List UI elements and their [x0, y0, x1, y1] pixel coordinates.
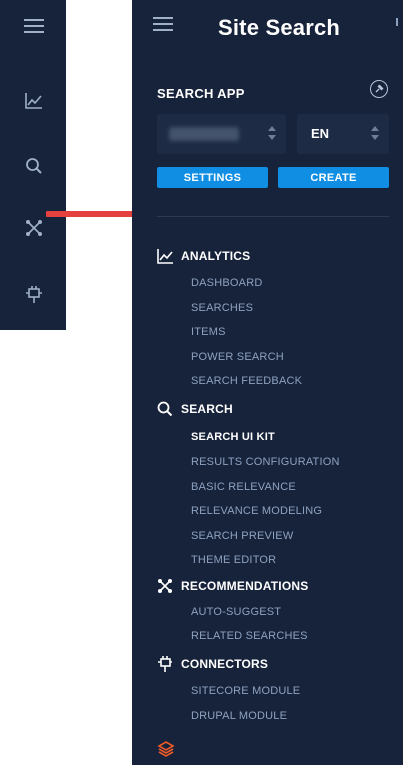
nav-item-auto-suggest[interactable]: AUTO-SUGGEST: [191, 606, 281, 618]
nav-item-search-feedback[interactable]: SEARCH FEEDBACK: [191, 375, 302, 387]
sidebar-header: Site Search: [132, 0, 403, 58]
nav-group-label: RECOMMENDATIONS: [181, 579, 309, 593]
search-app-label: SEARCH APP: [157, 86, 245, 101]
nav-group-analytics[interactable]: ANALYTICS: [156, 247, 250, 265]
pin-icon[interactable]: [370, 80, 388, 98]
nav-group-label: CONNECTORS: [181, 657, 269, 671]
create-button[interactable]: CREATE: [278, 167, 389, 188]
chart-line-icon[interactable]: [20, 87, 48, 115]
chart-line-icon: [156, 247, 174, 265]
blurred-app-name: [169, 127, 239, 141]
search-icon: [156, 400, 174, 418]
search-icon[interactable]: [20, 152, 48, 180]
nav-item-relevance-modeling[interactable]: RELEVANCE MODELING: [191, 505, 322, 517]
nav-item-drupal-module[interactable]: DRUPAL MODULE: [191, 710, 287, 722]
nav-group-connectors[interactable]: CONNECTORS: [156, 655, 268, 673]
app-title: Site Search: [218, 15, 341, 40]
nav-item-search-ui-kit[interactable]: SEARCH UI KIT: [191, 431, 275, 443]
nav-item-results-configuration[interactable]: RESULTS CONFIGURATION: [191, 456, 340, 468]
search-app-select[interactable]: [157, 114, 286, 154]
nav-item-basic-relevance[interactable]: BASIC RELEVANCE: [191, 481, 296, 493]
nav-item-power-search[interactable]: POWER SEARCH: [191, 351, 284, 363]
nav-item-dashboard[interactable]: DASHBOARD: [191, 277, 262, 289]
menu-icon[interactable]: [20, 12, 48, 40]
collapsed-sidebar: [0, 0, 66, 330]
nav-group-search[interactable]: SEARCH: [156, 400, 233, 418]
network-icon: [156, 577, 174, 595]
plug-icon[interactable]: [20, 281, 48, 309]
nav-group-recommendations[interactable]: RECOMMENDATIONS: [156, 577, 308, 595]
expanded-sidebar: Site Search SEARCH APP EN SETTINGS CREAT…: [132, 0, 403, 765]
plug-icon: [156, 655, 174, 673]
language-select-value: EN: [311, 126, 330, 141]
layers-icon[interactable]: [157, 740, 175, 758]
nav-item-related-searches[interactable]: RELATED SEARCHES: [191, 630, 308, 642]
select-arrows-icon: [268, 126, 276, 140]
settings-button[interactable]: SETTINGS: [157, 167, 268, 188]
nav-item-search-preview[interactable]: SEARCH PREVIEW: [191, 530, 293, 542]
select-arrows-icon: [371, 126, 379, 140]
language-select[interactable]: EN: [297, 114, 389, 154]
nav-item-sitecore-module[interactable]: SITECORE MODULE: [191, 685, 300, 697]
divider: [157, 216, 389, 217]
network-icon[interactable]: [20, 214, 48, 242]
nav-group-label: SEARCH: [181, 402, 233, 416]
menu-icon[interactable]: [153, 16, 177, 40]
nav-item-theme-editor[interactable]: THEME EDITOR: [191, 554, 276, 566]
nav-group-label: ANALYTICS: [181, 249, 251, 263]
nav-item-searches[interactable]: SEARCHES: [191, 302, 253, 314]
edge-marker: [396, 18, 398, 26]
nav-item-items[interactable]: ITEMS: [191, 326, 226, 338]
